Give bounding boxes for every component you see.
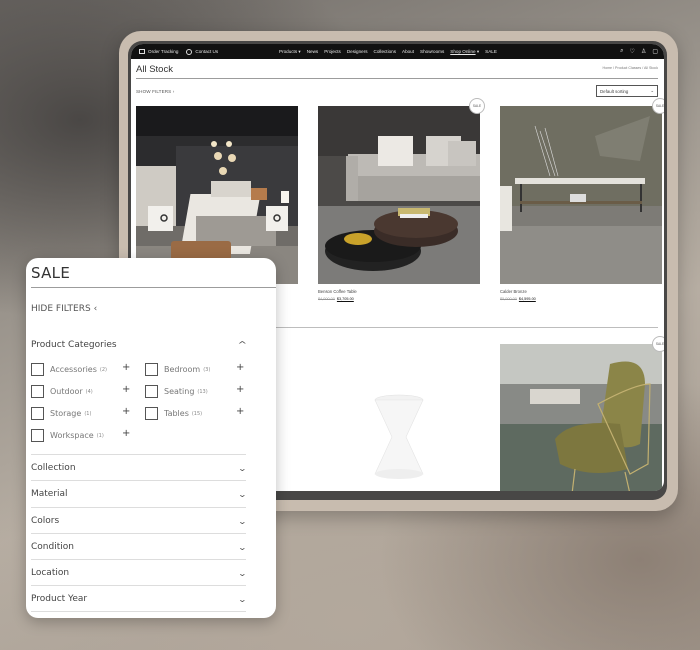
- sale-badge: SALE: [652, 336, 664, 352]
- accordion-material[interactable]: Material ⌄: [31, 480, 248, 506]
- accordion-product-year[interactable]: Product Year ⌄: [31, 585, 248, 611]
- product-name[interactable]: Calder Bronze: [500, 289, 527, 294]
- order-tracking-link[interactable]: Order Tracking: [139, 49, 178, 54]
- product-image-armchair[interactable]: [500, 344, 662, 491]
- category-checkbox-bedroom[interactable]: Bedroom (3): [145, 363, 210, 376]
- product-categories-header[interactable]: Product Categories ^: [31, 340, 248, 350]
- category-checkbox-workspace[interactable]: Workspace (1): [31, 429, 104, 442]
- expand-plus-icon[interactable]: +: [122, 384, 130, 395]
- breadcrumb[interactable]: Home / Product Classes / All Stock: [602, 66, 658, 70]
- chevron-down-icon: ⌄: [237, 568, 248, 578]
- order-tracking-icon: [139, 49, 145, 54]
- category-checkbox-outdoor[interactable]: Outdoor (4): [31, 385, 93, 398]
- expand-plus-icon[interactable]: +: [236, 406, 244, 417]
- chevron-up-icon: ^: [237, 340, 248, 349]
- hide-filters-button[interactable]: HIDE FILTERS ‹: [31, 304, 97, 314]
- product-image-stool[interactable]: [318, 344, 480, 491]
- product-price: $4,000.00 $3,705.00: [318, 297, 354, 301]
- chevron-down-icon: ⌄: [237, 542, 248, 552]
- product-card[interactable]: SALE: [500, 98, 664, 284]
- sale-badge: SALE: [469, 98, 485, 114]
- checkbox[interactable]: [31, 407, 44, 420]
- chevron-down-icon: ⌄: [650, 88, 654, 93]
- expand-plus-icon[interactable]: +: [122, 406, 130, 417]
- checkbox[interactable]: [145, 407, 158, 420]
- expand-plus-icon[interactable]: +: [122, 362, 130, 373]
- accordion-location[interactable]: Location ⌄: [31, 559, 248, 585]
- show-filters-button[interactable]: SHOW FILTERS ›: [136, 89, 174, 94]
- expand-plus-icon[interactable]: +: [236, 362, 244, 373]
- product-card[interactable]: SALE: [500, 336, 664, 491]
- contact-icon: [186, 48, 193, 55]
- title-divider: [31, 287, 276, 288]
- product-name[interactable]: Benson Coffee Table: [318, 289, 357, 294]
- chevron-down-icon: ⌄: [237, 516, 248, 526]
- expand-plus-icon[interactable]: +: [236, 384, 244, 395]
- product-image-coffee-table[interactable]: [318, 106, 480, 284]
- product-price: $5,000.00 $4,595.00: [500, 297, 536, 301]
- accordion-collection[interactable]: Collection ⌄: [31, 454, 248, 480]
- sale-badge: SALE: [652, 98, 664, 114]
- checkbox[interactable]: [31, 385, 44, 398]
- search-icon[interactable]: ⌕: [620, 48, 623, 55]
- chevron-down-icon: ⌄: [237, 489, 248, 499]
- sorting-select[interactable]: Default sorting ⌄: [596, 85, 658, 97]
- checkbox[interactable]: [145, 363, 158, 376]
- main-nav: Products ▾ News Projects Designers Colle…: [279, 49, 497, 55]
- product-card[interactable]: [318, 344, 480, 491]
- nav-projects[interactable]: Projects: [324, 49, 341, 54]
- checkbox[interactable]: [31, 363, 44, 376]
- nav-products[interactable]: Products ▾: [279, 49, 301, 55]
- product-image-console[interactable]: [500, 106, 662, 284]
- contact-us-link[interactable]: Contact Us: [186, 48, 218, 55]
- checkbox[interactable]: [145, 385, 158, 398]
- cart-icon[interactable]: ▢: [652, 48, 658, 55]
- top-navigation-bar: Order Tracking Contact Us Products ▾ New…: [131, 44, 664, 59]
- chevron-down-icon: ⌄: [237, 463, 248, 473]
- accordion-divider: [31, 611, 246, 612]
- nav-about[interactable]: About: [402, 49, 414, 54]
- page-title: All Stock: [136, 64, 173, 75]
- filter-panel-title: SALE: [31, 264, 71, 282]
- product-card[interactable]: SALE: [318, 98, 485, 284]
- nav-designers[interactable]: Designers: [347, 49, 368, 54]
- nav-news[interactable]: News: [307, 49, 319, 54]
- accordion-colors[interactable]: Colors ⌄: [31, 507, 248, 533]
- title-divider: [136, 78, 658, 79]
- category-checkbox-seating[interactable]: Seating (13): [145, 385, 208, 398]
- user-icon[interactable]: ♙: [641, 48, 646, 55]
- checkbox[interactable]: [31, 429, 44, 442]
- nav-sale[interactable]: SALE: [485, 49, 497, 54]
- heart-icon[interactable]: ♡: [630, 48, 635, 55]
- chevron-left-icon: ‹: [93, 304, 98, 314]
- filter-panel: SALE HIDE FILTERS ‹ Product Categories ^…: [26, 258, 276, 618]
- chevron-down-icon: ⌄: [237, 594, 248, 604]
- category-checkbox-tables[interactable]: Tables (15): [145, 407, 202, 420]
- nav-showrooms[interactable]: Showrooms: [420, 49, 444, 54]
- expand-plus-icon[interactable]: +: [122, 428, 130, 439]
- accordion-condition[interactable]: Condition ⌄: [31, 533, 248, 559]
- category-checkbox-storage[interactable]: Storage (1): [31, 407, 91, 420]
- nav-shop-online[interactable]: Shop Online ▾: [450, 49, 479, 55]
- nav-collections[interactable]: Collections: [374, 49, 396, 54]
- category-checkbox-accessories[interactable]: Accessories (2): [31, 363, 107, 376]
